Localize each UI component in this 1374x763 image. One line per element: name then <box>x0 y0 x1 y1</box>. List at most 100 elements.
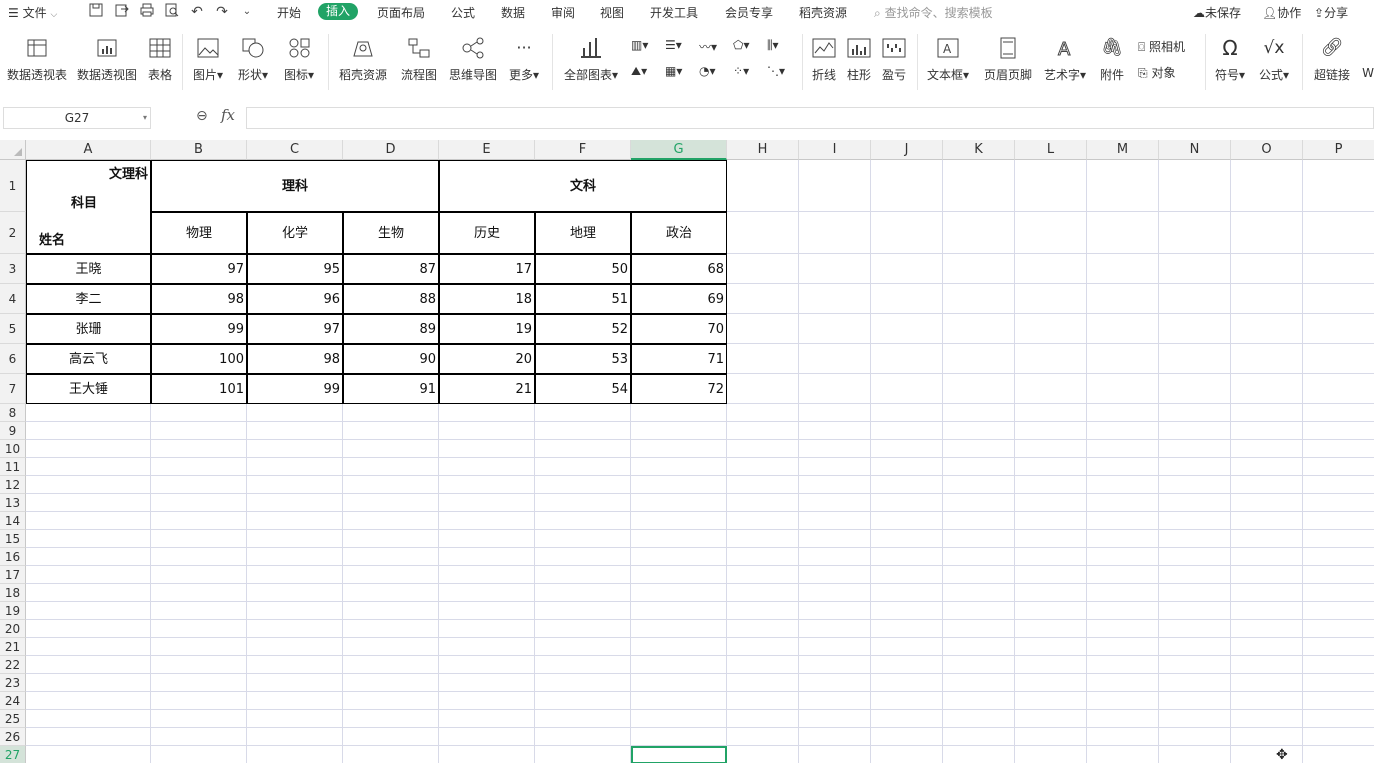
formula-input[interactable] <box>246 107 1374 129</box>
fx-icon[interactable]: fx <box>221 106 235 124</box>
collab-button[interactable]: 👤︎协作 <box>1262 4 1301 21</box>
attachment-button[interactable]: 🖇︎ 附件 <box>1097 36 1127 83</box>
column-header-l[interactable]: L <box>1015 140 1087 160</box>
more-button[interactable]: ··· 更多▾ <box>504 36 544 83</box>
customize-qat-icon[interactable]: ⌄ <box>238 3 256 21</box>
bubble-chart-dropdown[interactable]: ⋱▾ <box>767 64 785 78</box>
student-name-cell[interactable]: 高云飞 <box>26 344 151 374</box>
score-cell[interactable]: 52 <box>535 314 631 344</box>
radar-chart-dropdown[interactable]: ⬠▾ <box>733 38 749 52</box>
score-cell[interactable]: 18 <box>439 284 535 314</box>
tab-page-layout[interactable]: 页面布局 <box>377 4 425 21</box>
textbox-button[interactable]: A 文本框▾ <box>924 36 972 83</box>
score-cell[interactable]: 71 <box>631 344 727 374</box>
chevron-down-icon[interactable]: ▾ <box>143 108 147 128</box>
pie-chart-dropdown[interactable]: ◔▾ <box>699 64 716 78</box>
redo-icon[interactable]: ↷ <box>213 3 231 21</box>
row-header-15[interactable]: 15 <box>0 530 26 548</box>
export-icon[interactable] <box>113 3 131 21</box>
score-cell[interactable]: 97 <box>151 254 247 284</box>
score-cell[interactable]: 54 <box>535 374 631 404</box>
row-header-6[interactable]: 6 <box>0 344 26 374</box>
symbol-button[interactable]: Ω 符号▾ <box>1212 36 1248 83</box>
spreadsheet-grid[interactable]: ABCDEFGHIJKLMNOP 1 2 3 4 5 6 7 8 9 10 11 12 13 14 15 16… <box>0 140 1374 763</box>
pivot-chart-button[interactable]: 数据透视图 <box>76 36 138 83</box>
scatter-chart-dropdown[interactable]: ⁘▾ <box>733 64 749 78</box>
row-header-9[interactable]: 9 <box>0 422 26 440</box>
row-header-5[interactable]: 5 <box>0 314 26 344</box>
row-header-24[interactable]: 24 <box>0 692 26 710</box>
undo-icon[interactable]: ↶ <box>188 3 206 21</box>
group-header-arts[interactable]: 文科 <box>439 160 727 212</box>
score-cell[interactable]: 99 <box>151 314 247 344</box>
score-cell[interactable]: 87 <box>343 254 439 284</box>
row-header-19[interactable]: 19 <box>0 602 26 620</box>
score-cell[interactable]: 50 <box>535 254 631 284</box>
score-cell[interactable]: 51 <box>535 284 631 314</box>
score-cell[interactable]: 21 <box>439 374 535 404</box>
score-cell[interactable]: 99 <box>247 374 343 404</box>
row-header-13[interactable]: 13 <box>0 494 26 512</box>
score-cell[interactable]: 98 <box>247 344 343 374</box>
column-header-f[interactable]: F <box>535 140 631 160</box>
docer-resources-button[interactable]: 稻壳资源 <box>336 36 390 83</box>
pivot-table-button[interactable]: 数据透视表 <box>6 36 68 83</box>
score-cell[interactable]: 91 <box>343 374 439 404</box>
formula-button[interactable]: √x 公式▾ <box>1256 36 1292 83</box>
file-menu[interactable]: ☰ 文件 ⌵ <box>8 4 57 21</box>
object-button[interactable]: ⎘ 对象 <box>1138 64 1175 81</box>
score-cell[interactable]: 72 <box>631 374 727 404</box>
subject-header[interactable]: 物理 <box>151 212 247 254</box>
row-header-3[interactable]: 3 <box>0 254 26 284</box>
column-header-h[interactable]: H <box>727 140 799 160</box>
row-header-21[interactable]: 21 <box>0 638 26 656</box>
row-header-22[interactable]: 22 <box>0 656 26 674</box>
student-name-cell[interactable]: 张珊 <box>26 314 151 344</box>
column-header-e[interactable]: E <box>439 140 535 160</box>
subject-header[interactable]: 地理 <box>535 212 631 254</box>
header-footer-button[interactable]: 页眉页脚 <box>982 36 1034 83</box>
tab-formulas[interactable]: 公式 <box>451 4 475 21</box>
student-name-cell[interactable]: 李二 <box>26 284 151 314</box>
sparkline-winloss-button[interactable]: 盈亏 <box>880 36 908 83</box>
subject-header[interactable]: 历史 <box>439 212 535 254</box>
column-header-p[interactable]: P <box>1303 140 1374 160</box>
tab-home[interactable]: 开始 <box>277 4 301 21</box>
student-name-cell[interactable]: 王晓 <box>26 254 151 284</box>
name-box[interactable]: G27 ▾ <box>3 107 151 129</box>
area-chart-dropdown[interactable]: ⛰︎▾ <box>631 64 647 79</box>
flowchart-button[interactable]: 流程图 <box>398 36 440 83</box>
score-cell[interactable]: 101 <box>151 374 247 404</box>
command-search[interactable]: ⌕ 查找命令、搜索模板 <box>874 4 993 21</box>
score-cell[interactable]: 53 <box>535 344 631 374</box>
print-icon[interactable] <box>138 3 156 21</box>
column-header-g[interactable]: G <box>631 140 727 160</box>
row-header-7[interactable]: 7 <box>0 374 26 404</box>
tab-data[interactable]: 数据 <box>501 4 525 21</box>
score-cell[interactable]: 90 <box>343 344 439 374</box>
subject-header[interactable]: 生物 <box>343 212 439 254</box>
student-name-cell[interactable]: 王大锤 <box>26 374 151 404</box>
row-header-25[interactable]: 25 <box>0 710 26 728</box>
column-header-o[interactable]: O <box>1231 140 1303 160</box>
score-cell[interactable]: 17 <box>439 254 535 284</box>
camera-button[interactable]: ⌼ 照相机 <box>1138 38 1185 55</box>
row-header-27[interactable]: 27 <box>0 746 26 763</box>
column-header-j[interactable]: J <box>871 140 943 160</box>
mindmap-button[interactable]: 思维导图 <box>446 36 500 83</box>
table-button[interactable]: 表格 <box>146 36 174 83</box>
header-corner-cell[interactable]: 文理科 科目 姓名 <box>26 160 151 254</box>
all-charts-button[interactable]: 全部图表▾ <box>561 36 621 83</box>
combo-chart-dropdown[interactable]: ▦▾ <box>665 64 682 78</box>
stock-chart-dropdown[interactable]: ⫼▾ <box>767 38 779 53</box>
unsaved-status[interactable]: ☁未保存 <box>1193 4 1241 21</box>
score-cell[interactable]: 70 <box>631 314 727 344</box>
column-header-k[interactable]: K <box>943 140 1015 160</box>
hyperlink-button[interactable]: 🔗︎ 超链接 <box>1312 36 1352 83</box>
active-cell[interactable] <box>631 746 727 763</box>
row-header-26[interactable]: 26 <box>0 728 26 746</box>
row-header-8[interactable]: 8 <box>0 404 26 422</box>
row-header-10[interactable]: 10 <box>0 440 26 458</box>
row-header-1[interactable]: 1 <box>0 160 26 212</box>
row-header-2[interactable]: 2 <box>0 212 26 254</box>
